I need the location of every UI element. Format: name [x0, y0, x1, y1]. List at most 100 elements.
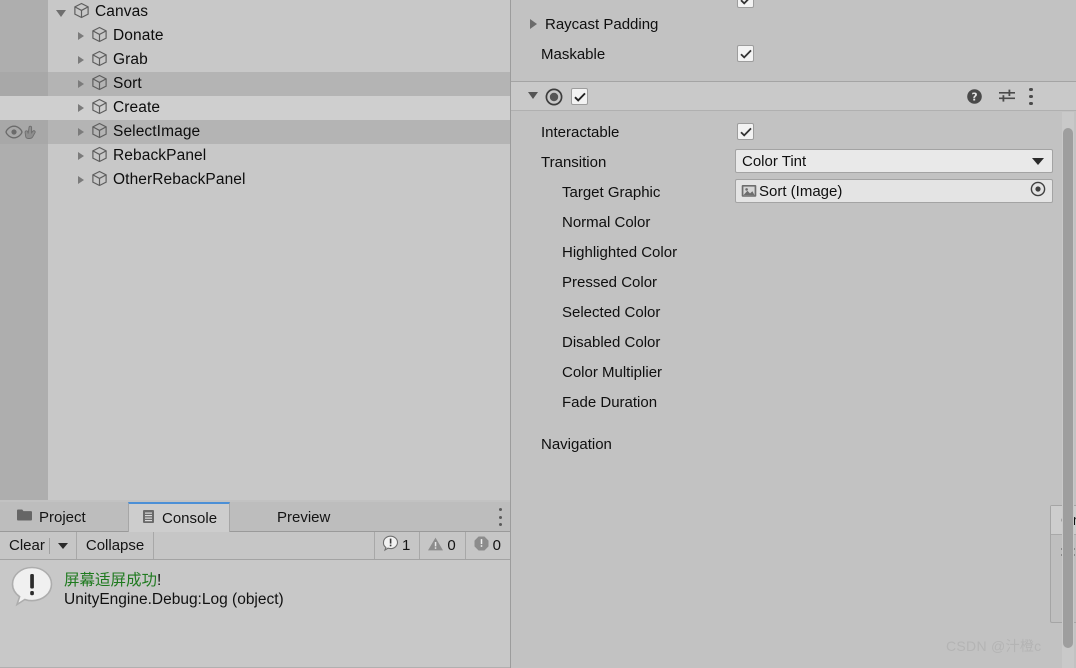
- hierarchy-item-sort[interactable]: Sort: [0, 72, 510, 96]
- inspector-scrollbar-thumb[interactable]: [1063, 128, 1073, 648]
- console-panel: Project Console Preview Clear Collapse 1…: [0, 500, 510, 668]
- info-icon: [473, 535, 490, 556]
- info-counter[interactable]: 0: [464, 532, 510, 559]
- expand-triangle-icon[interactable]: [78, 128, 84, 136]
- visibility-eye-icon[interactable]: [5, 125, 23, 140]
- navigation-row[interactable]: Navigation: [511, 429, 1059, 459]
- hierarchy-item-donate[interactable]: Donate: [0, 24, 510, 48]
- expand-triangle-icon[interactable]: [78, 32, 84, 40]
- expand-triangle-icon[interactable]: [78, 176, 84, 184]
- disabled-color-row[interactable]: Disabled Color: [511, 327, 1059, 357]
- kebab-menu-icon[interactable]: [1029, 88, 1033, 105]
- warning-counter[interactable]: 0: [419, 532, 464, 559]
- hierarchy-item-content: Sort: [78, 72, 142, 96]
- fade-duration-row[interactable]: Fade Duration: [511, 387, 1059, 417]
- target-graphic-object-field[interactable]: Sort (Image): [735, 179, 1053, 203]
- gameobject-cube-icon: [91, 74, 108, 95]
- expand-triangle-icon[interactable]: [78, 56, 84, 64]
- inspector-panel: Raycast Padding Maskable ? Interactable …: [510, 0, 1076, 668]
- selected-color-row[interactable]: Selected Color: [511, 297, 1059, 327]
- hierarchy-item-grab[interactable]: Grab: [0, 48, 510, 72]
- hierarchy-item-label: SelectImage: [113, 123, 201, 140]
- interactable-checkbox[interactable]: [737, 123, 754, 140]
- hierarchy-item-content: SelectImage: [78, 120, 200, 144]
- console-log-list: 屏幕适屏成功! UnityEngine.Debug:Log (object): [0, 560, 510, 668]
- clear-button[interactable]: Clear: [0, 532, 49, 559]
- tab-project[interactable]: Project: [4, 502, 98, 532]
- gameobject-cube-icon: [91, 146, 108, 167]
- gameobject-cube-icon: [91, 50, 108, 71]
- hierarchy-item-label: Grab: [113, 51, 148, 68]
- collapse-label: Collapse: [85, 537, 145, 554]
- button-component-header[interactable]: ?: [511, 81, 1076, 111]
- help-icon[interactable]: ?: [966, 88, 983, 109]
- error-count: 1: [401, 537, 411, 554]
- expand-triangle-icon[interactable]: [78, 152, 84, 160]
- raycast-padding-row[interactable]: Raycast Padding: [511, 9, 1059, 39]
- chevron-down-icon: [1032, 157, 1044, 165]
- hierarchy-item-visibility-toggles: [0, 24, 48, 48]
- tab-preview[interactable]: Preview: [265, 502, 342, 532]
- highlighted-color-label: Highlighted Color: [562, 243, 678, 261]
- list-item[interactable]: 屏幕适屏成功! UnityEngine.Debug:Log (object): [0, 560, 510, 616]
- hierarchy-item-rebackpanel[interactable]: RebackPanel: [0, 144, 510, 168]
- hierarchy-item-visibility-toggles: [0, 96, 48, 120]
- console-counters: 1 0 0: [373, 532, 510, 559]
- error-counter[interactable]: 1: [373, 532, 419, 559]
- hierarchy-item-canvas[interactable]: Canvas: [0, 0, 510, 24]
- log-message-main: 屏幕适屏成功: [64, 571, 158, 589]
- info-count: 0: [492, 537, 501, 554]
- unity-editor-window: Canvas Donate Grab Sort Create SelectImage Reb…: [0, 0, 1076, 668]
- svg-text:?: ?: [971, 91, 977, 103]
- hierarchy-item-visibility-toggles: [0, 144, 48, 168]
- panel-options-kebab-icon[interactable]: [498, 508, 502, 526]
- preset-icon[interactable]: [998, 88, 1016, 109]
- pressed-color-label: Pressed Color: [562, 273, 658, 291]
- interactable-row[interactable]: Interactable: [511, 117, 1059, 147]
- collapse-triangle-icon[interactable]: [528, 92, 538, 99]
- hierarchy-item-label: Create: [113, 99, 161, 116]
- pickability-hand-icon[interactable]: [24, 125, 39, 140]
- expand-triangle-icon[interactable]: [78, 104, 84, 112]
- log-message-suffix: !: [157, 571, 162, 589]
- gameobject-cube-icon: [73, 2, 90, 23]
- highlighted-color-row[interactable]: Highlighted Color: [511, 237, 1059, 267]
- normal-color-row[interactable]: Normal Color: [511, 207, 1059, 237]
- navigation-label: Navigation: [541, 435, 612, 453]
- object-picker-icon[interactable]: [1030, 181, 1046, 201]
- collapse-button[interactable]: Collapse: [77, 532, 155, 559]
- hierarchy-item-visibility-toggles: [0, 48, 48, 72]
- warning-icon: [427, 536, 444, 556]
- hierarchy-item-otherrebackpanel[interactable]: OtherRebackPanel: [0, 168, 510, 192]
- hierarchy-item-create[interactable]: Create: [0, 96, 510, 120]
- maskable-checkbox[interactable]: [737, 45, 754, 62]
- hierarchy-item-content: RebackPanel: [78, 144, 206, 168]
- gameobject-cube-icon: [91, 122, 108, 143]
- maskable-row[interactable]: Maskable: [511, 39, 1059, 69]
- maskable-label: Maskable: [541, 45, 606, 63]
- normal-color-label: Normal Color: [562, 213, 651, 231]
- target-graphic-value: Sort (Image): [759, 182, 843, 200]
- hierarchy-item-content: Canvas: [56, 0, 148, 24]
- tab-console-label: Console: [162, 509, 218, 527]
- hierarchy-item-label: Donate: [113, 27, 164, 44]
- color-multiplier-label: Color Multiplier: [562, 363, 663, 381]
- tab-preview-label: Preview: [277, 508, 331, 526]
- color-multiplier-row[interactable]: Color Multiplier: [511, 357, 1059, 387]
- pressed-color-row[interactable]: Pressed Color: [511, 267, 1059, 297]
- hierarchy-item-selectimage[interactable]: SelectImage: [0, 120, 510, 144]
- transition-dropdown[interactable]: Color Tint: [735, 149, 1053, 173]
- component-enabled-checkbox[interactable]: [571, 88, 588, 105]
- fade-duration-label: Fade Duration: [562, 393, 658, 411]
- clipped-checkbox[interactable]: [737, 0, 754, 8]
- expand-triangle-icon[interactable]: [530, 19, 537, 29]
- log-error-icon: [10, 565, 54, 611]
- hierarchy-item-visibility-toggles: [0, 168, 48, 192]
- tab-console[interactable]: Console: [128, 502, 231, 533]
- expand-triangle-icon[interactable]: [78, 80, 84, 88]
- clear-dropdown-button[interactable]: [50, 532, 77, 559]
- expand-triangle-icon[interactable]: [56, 9, 66, 17]
- watermark-text: CSDN @汁橙c: [946, 638, 1042, 654]
- log-text: 屏幕适屏成功! UnityEngine.Debug:Log (object): [64, 568, 284, 609]
- hierarchy-item-content: Grab: [78, 48, 148, 72]
